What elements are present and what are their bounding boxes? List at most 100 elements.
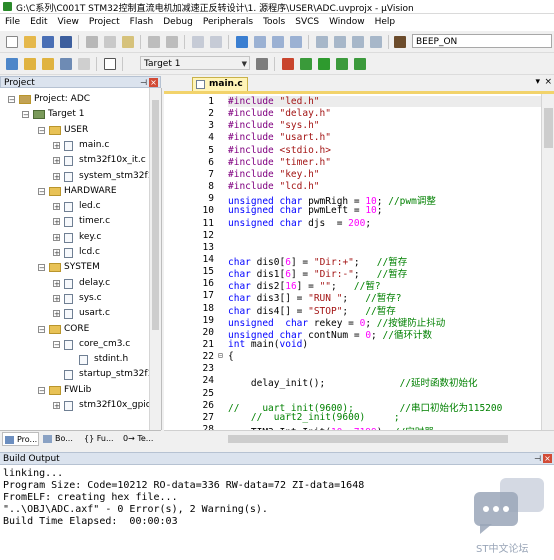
new-file-icon[interactable] (6, 36, 18, 48)
expand-icon[interactable]: + (53, 157, 60, 165)
tab-templates[interactable]: 0→ Te... (120, 432, 160, 446)
tree-item[interactable]: − HARDWARE (0, 184, 150, 199)
collapse-icon[interactable]: − (38, 264, 45, 272)
close-icon[interactable]: × (149, 78, 158, 87)
expand-icon[interactable]: + (53, 294, 60, 302)
menu-project[interactable]: Project (84, 14, 125, 27)
tree-item[interactable]: + usart.c (0, 306, 150, 321)
collapse-icon[interactable]: − (8, 96, 15, 104)
menu-view[interactable]: View (53, 14, 84, 27)
tree-item[interactable]: − USER (0, 123, 150, 138)
find-in-files-icon[interactable] (394, 36, 406, 48)
tab-main-c[interactable]: main.c (192, 77, 248, 91)
code-line[interactable]: #include <stdio.h> (228, 145, 331, 156)
code-line[interactable]: #include "sys.h" (228, 120, 320, 131)
prev-bookmark-icon[interactable] (254, 36, 266, 48)
editor-scrollbar-thumb[interactable] (544, 108, 553, 148)
collapse-icon[interactable]: − (53, 340, 60, 348)
undo-icon[interactable] (148, 36, 160, 48)
clear-bookmarks-icon[interactable] (290, 36, 302, 48)
expand-icon[interactable]: + (53, 233, 60, 241)
find-combo[interactable]: BEEP_ON (412, 34, 552, 48)
translate-icon[interactable] (6, 58, 18, 70)
code-editor[interactable]: 1 #include "led.h" 2 #include "delay.h" 3 #in… (164, 94, 541, 430)
tab-project[interactable]: Pro... (2, 432, 39, 446)
file-extensions-icon[interactable] (282, 58, 294, 70)
comment-icon[interactable] (352, 36, 364, 48)
code-line[interactable]: #include "delay.h" (228, 108, 331, 119)
batch-build-icon[interactable] (60, 58, 72, 70)
expand-icon[interactable]: + (53, 249, 60, 257)
target-options-icon[interactable] (256, 58, 268, 70)
tree-item[interactable]: − FWLib (0, 383, 150, 398)
expand-icon[interactable]: + (53, 203, 60, 211)
manage-components-icon[interactable] (300, 58, 312, 70)
code-line[interactable]: { (228, 351, 234, 362)
open-folder-icon[interactable] (24, 36, 36, 48)
redo-icon[interactable] (166, 36, 178, 48)
tab-books[interactable]: Bo... (41, 432, 79, 446)
code-line[interactable]: // uart2_init(9600) ; (228, 412, 400, 423)
paste-icon[interactable] (122, 36, 134, 48)
expand-icon[interactable]: + (53, 218, 60, 226)
tree-item[interactable]: − SYSTEM (0, 260, 150, 275)
collapse-icon[interactable]: − (38, 386, 45, 394)
uncomment-icon[interactable] (370, 36, 382, 48)
download-icon[interactable] (104, 58, 116, 70)
tree-item[interactable]: − Project: ADC (0, 92, 150, 107)
menu-help[interactable]: Help (370, 14, 401, 27)
expand-icon[interactable]: + (53, 279, 60, 287)
editor-scrollbar[interactable] (541, 94, 554, 430)
code-line[interactable]: #include "usart.h" (228, 132, 331, 143)
editor-hscrollbar-thumb[interactable] (228, 435, 508, 443)
code-line[interactable]: unsigned char pwmLeft = 10; (228, 205, 383, 216)
menu-window[interactable]: Window (324, 14, 370, 27)
menu-tools[interactable]: Tools (258, 14, 290, 27)
select-packs-icon[interactable] (336, 58, 348, 70)
target-select[interactable]: Target 1 ▼ (140, 56, 250, 70)
tree-item[interactable]: − CORE (0, 322, 150, 337)
code-line[interactable]: #include "led.h" (228, 96, 541, 107)
menu-file[interactable]: File (0, 14, 25, 27)
expand-icon[interactable]: + (53, 310, 60, 318)
menu-debug[interactable]: Debug (158, 14, 198, 27)
tree-item[interactable]: − core_cm3.c (0, 337, 150, 352)
save-all-icon[interactable] (60, 36, 72, 48)
tree-item[interactable]: + led.c (0, 199, 150, 214)
code-line[interactable]: int main(void) (228, 339, 308, 350)
editor-hscrollbar[interactable] (164, 430, 554, 448)
menu-edit[interactable]: Edit (25, 14, 52, 27)
expand-icon[interactable]: + (53, 402, 60, 410)
expand-icon[interactable]: + (53, 141, 60, 149)
close-icon[interactable]: × (543, 454, 552, 463)
indent-icon[interactable] (316, 36, 328, 48)
tree-item[interactable]: + stm32f10x_gpio. (0, 398, 154, 413)
rebuild-icon[interactable] (42, 58, 54, 70)
tree-item[interactable]: + delay.c (0, 276, 150, 291)
tree-item[interactable]: + stm32f10x_it.c (0, 153, 150, 168)
build-icon[interactable] (24, 58, 36, 70)
tree-item[interactable]: + sys.c (0, 291, 150, 306)
tree-item[interactable]: + timer.c (0, 214, 150, 229)
code-line[interactable]: #include "lcd.h" (228, 181, 320, 192)
tree-item[interactable]: + key.c (0, 230, 150, 245)
code-line[interactable]: #include "key.h" (228, 169, 320, 180)
collapse-icon[interactable]: − (38, 187, 45, 195)
tab-list-chevron-icon[interactable]: ▾ (535, 77, 540, 87)
expand-icon[interactable]: + (53, 172, 60, 180)
menu-svcs[interactable]: SVCS (290, 14, 324, 27)
tree-item[interactable]: startup_stm32f10 (0, 367, 159, 382)
save-icon[interactable] (42, 36, 54, 48)
project-scrollbar[interactable] (149, 88, 161, 430)
close-editor-icon[interactable]: × (544, 77, 552, 87)
nav-back-icon[interactable] (192, 36, 204, 48)
next-bookmark-icon[interactable] (272, 36, 284, 48)
tree-item[interactable]: − Target 1 (0, 107, 150, 122)
collapse-icon[interactable]: − (38, 126, 45, 134)
run-time-environment-icon[interactable] (318, 58, 330, 70)
tree-item[interactable]: + system_stm32f10 (0, 169, 159, 184)
collapse-icon[interactable]: − (38, 325, 45, 333)
menu-peripherals[interactable]: Peripherals (198, 14, 258, 27)
copy-icon[interactable] (104, 36, 116, 48)
tree-item[interactable]: + main.c (0, 138, 150, 153)
